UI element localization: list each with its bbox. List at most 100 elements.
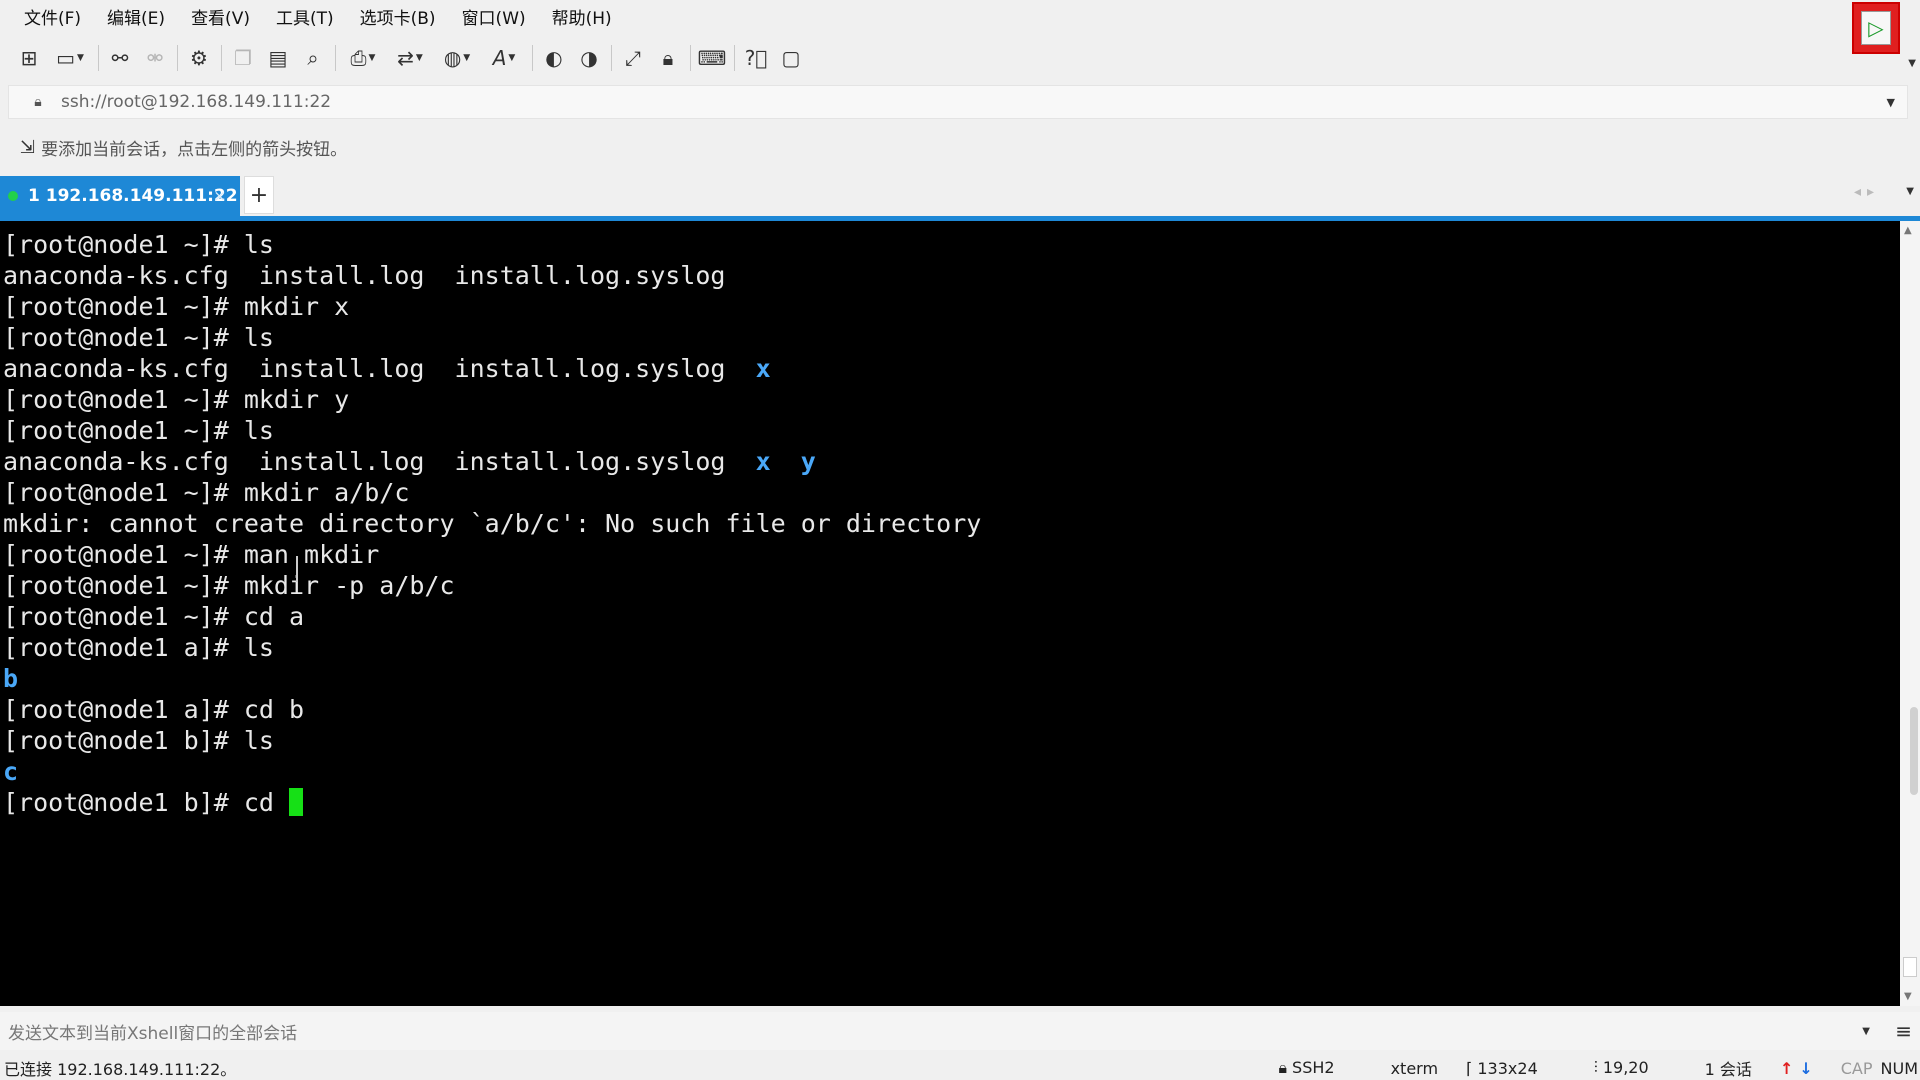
address-url[interactable]: ssh://root@192.168.149.111:22 [61, 92, 331, 112]
terminal-line: [root@node1 b]# ls [3, 726, 274, 755]
protocol-status: 🔒︎ SSH2 [1278, 1058, 1335, 1077]
chevron-down-icon[interactable]: ▼ [1887, 96, 1895, 109]
add-tab-button[interactable]: + [244, 176, 274, 214]
terminal-line: [root@node1 ~]# cd a [3, 602, 305, 631]
toolbar: ⊞ ▭ ▼ ⚯ ⚮ ⚙ ❐ ▤ ⌕ ⎙ ▼ ⇄ ▼ ◍ ▼ A ▼ ◐ ◑ ⤢ 🔒︎ ⌨ … [0, 38, 811, 78]
terminal-prompt-line[interactable]: [root@node1 b]# cd [3, 787, 1900, 818]
xshell-icon[interactable]: ◑ [574, 43, 604, 73]
terminal-output[interactable]: [root@node1 ~]# ls anaconda-ks.cfg insta… [0, 221, 1900, 1006]
scroll-down-icon[interactable]: ▼ [1904, 991, 1912, 1002]
terminal-line: [root@node1 a]# ls [3, 633, 274, 662]
new-session-icon[interactable]: ⊞ [14, 43, 44, 73]
menu-tabs[interactable]: 选项卡(B) [358, 2, 438, 31]
toolbar-separator [335, 45, 336, 71]
terminal-line: anaconda-ks.cfg install.log install.log.… [3, 353, 1900, 384]
play-icon: ▷ [1861, 11, 1891, 45]
address-bar[interactable]: 🔒︎ ssh://root@192.168.149.111:22 ▼ [8, 85, 1908, 119]
terminal-line: [root@node1 a]# cd b [3, 695, 305, 724]
open-folder-icon[interactable]: ▭ ▼ [49, 43, 91, 73]
paste-icon[interactable]: ▤ [263, 43, 293, 73]
help-icon[interactable]: ?⃝ [741, 43, 771, 73]
terminal-line: [root@node1 ~]# mkdir a/b/c [3, 478, 410, 507]
menu-edit[interactable]: 编辑(E) [105, 2, 167, 31]
num-lock-indicator: NUM [1880, 1058, 1918, 1078]
print-icon[interactable]: ⎙ ▼ [342, 43, 384, 73]
directory-name: x [755, 354, 771, 383]
terminal-line: [root@node1 ~]# man mkdir [3, 540, 380, 569]
protocol-text: SSH2 [1292, 1058, 1335, 1077]
reconnect-icon[interactable]: ⚯ [105, 43, 135, 73]
upload-arrow-icon: ↑ [1779, 1058, 1794, 1078]
terminal-line: anaconda-ks.cfg install.log install.log.… [3, 261, 726, 290]
tab-scroll-arrows-icon[interactable]: ◂▸ [1854, 184, 1880, 200]
terminal-size: ⌈ 133x24 [1466, 1058, 1538, 1078]
directory-name: x [755, 447, 771, 476]
cursor-position: ⫶ 19,20 [1593, 1058, 1649, 1077]
session-count: 1 会话 [1704, 1060, 1752, 1079]
scrollbar-thumb[interactable] [1910, 707, 1918, 795]
terminal-line: [root@node1 ~]# mkdir x [3, 292, 350, 321]
compose-bar[interactable]: 发送文本到当前Xshell窗口的全部会话 ▼ ≡ [0, 1012, 1920, 1050]
directory-name: c [3, 757, 19, 786]
keyboard-icon[interactable]: ⌨ [697, 43, 727, 73]
lock-icon: 🔒︎ [34, 94, 42, 110]
close-icon[interactable]: × [213, 187, 226, 205]
directory-name: y [800, 447, 816, 476]
fullscreen-icon[interactable]: ⤢ [618, 43, 648, 73]
tab-bar: 1 192.168.149.111:22 × + ◂▸ ▼ [0, 174, 1920, 216]
globe-icon[interactable]: ◍ ▼ [436, 43, 478, 73]
directory-name: b [3, 664, 19, 693]
chevron-down-icon[interactable]: ▼ [1908, 58, 1916, 69]
toolbar-separator [734, 45, 735, 71]
file-list: anaconda-ks.cfg install.log install.log.… [3, 354, 756, 383]
session-properties-icon[interactable]: ⚙ [184, 43, 214, 73]
toolbar-separator [690, 45, 691, 71]
caps-lock-indicator: CAP [1840, 1058, 1873, 1078]
terminal-line: b [3, 663, 1900, 694]
terminal-line: [root@node1 ~]# mkdir y [3, 385, 350, 414]
menu-icon[interactable]: ≡ [1895, 1019, 1912, 1043]
find-icon[interactable]: ⌕ [298, 43, 328, 73]
chevron-down-icon[interactable]: ▼ [1906, 186, 1914, 197]
menu-view[interactable]: 查看(V) [189, 2, 252, 31]
status-bar: 已连接 192.168.149.111:22。 🔒︎ SSH2 xterm ⌈ … [0, 1056, 1920, 1080]
terminal-size-text: 133x24 [1477, 1058, 1538, 1078]
xftp-icon[interactable]: ◐ [539, 43, 569, 73]
disconnect-icon[interactable]: ⚮ [140, 43, 170, 73]
chevron-down-icon[interactable]: ▼ [1862, 1026, 1870, 1037]
file-list: anaconda-ks.cfg install.log install.log.… [3, 447, 756, 476]
toolbar-separator [98, 45, 99, 71]
menu-tools[interactable]: 工具(T) [274, 2, 336, 31]
toolbar-separator [221, 45, 222, 71]
xshell-window: 文件(F) 编辑(E) 查看(V) 工具(T) 选项卡(B) 窗口(W) 帮助(… [0, 0, 1920, 1080]
mouse-ibeam-cursor [296, 556, 298, 582]
terminal-scrollbar[interactable]: ▲ ▼ [1900, 221, 1920, 1006]
scroll-up-icon[interactable]: ▲ [1904, 225, 1912, 236]
menu-file[interactable]: 文件(F) [22, 2, 83, 31]
terminal-line: mkdir: cannot create directory `a/b/c': … [3, 509, 982, 538]
font-icon[interactable]: A ▼ [483, 43, 525, 73]
tab-session-1[interactable]: 1 192.168.149.111:22 × [0, 176, 240, 216]
status-right: 🔒︎ SSH2 xterm ⌈ 133x24 ⫶ 19,20 1 会话 ↑ ↓ … [1278, 1056, 1920, 1080]
download-arrow-icon: ↓ [1799, 1058, 1813, 1078]
menu-window[interactable]: 窗口(W) [460, 2, 528, 31]
scrollbar-thumb[interactable] [1903, 957, 1917, 977]
menu-help[interactable]: 帮助(H) [550, 2, 614, 31]
session-hint-bar: ⇲ 要添加当前会话，点击左侧的箭头按钮。 [0, 128, 1920, 166]
tab-label: 1 192.168.149.111:22 [28, 186, 238, 206]
terminal-line: c [3, 756, 1900, 787]
chat-icon[interactable]: ▢ [776, 43, 806, 73]
lock-icon[interactable]: 🔒︎ [653, 43, 683, 73]
terminal-type: xterm [1390, 1058, 1439, 1078]
add-session-arrow-icon[interactable]: ⇲ [20, 137, 35, 158]
connected-status-icon [8, 191, 18, 201]
terminal-line: [root@node1 ~]# ls [3, 230, 274, 259]
terminal-cursor [288, 788, 303, 816]
copy-icon[interactable]: ❐ [228, 43, 258, 73]
compose-input[interactable]: 发送文本到当前Xshell窗口的全部会话 [8, 1019, 297, 1044]
toolbar-separator [177, 45, 178, 71]
prompt-text: [root@node1 b]# cd [3, 788, 289, 817]
transfer-icon[interactable]: ⇄ ▼ [389, 43, 431, 73]
run-button[interactable]: ▷ [1852, 2, 1900, 54]
